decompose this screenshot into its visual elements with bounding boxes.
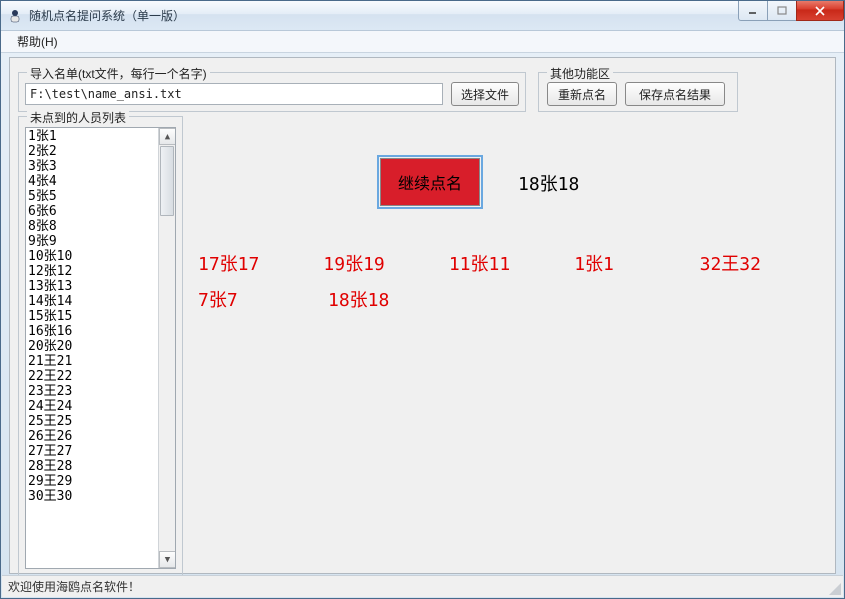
picked-name: 32王32 [700, 250, 825, 276]
list-item[interactable]: 24王24 [28, 399, 156, 414]
picked-name: 19张19 [323, 250, 448, 276]
list-item[interactable]: 21王21 [28, 354, 156, 369]
menu-help[interactable]: 帮助(H) [9, 31, 66, 52]
list-item[interactable]: 27王27 [28, 444, 156, 459]
other-groupbox: 其他功能区 重新点名 保存点名结果 [538, 72, 738, 112]
list-item[interactable]: 28王28 [28, 459, 156, 474]
import-group-legend: 导入名单(txt文件，每行一个名字) [27, 65, 210, 82]
list-group-legend: 未点到的人员列表 [27, 109, 129, 126]
menubar: 帮助(H) [1, 31, 844, 53]
list-item[interactable]: 2张2 [28, 144, 156, 159]
redo-button[interactable]: 重新点名 [547, 82, 617, 106]
scroll-down-button[interactable]: ▼ [159, 551, 176, 568]
scroll-thumb[interactable] [160, 146, 174, 216]
list-item[interactable]: 3张3 [28, 159, 156, 174]
list-item[interactable]: 26王26 [28, 429, 156, 444]
minimize-button[interactable] [738, 1, 768, 21]
scroll-up-button[interactable]: ▲ [159, 128, 176, 145]
maximize-button[interactable] [767, 1, 797, 21]
list-item[interactable]: 10张10 [28, 249, 156, 264]
other-group-legend: 其他功能区 [547, 65, 613, 82]
list-item[interactable]: 13张13 [28, 279, 156, 294]
list-item[interactable]: 9张9 [28, 234, 156, 249]
picked-row-2: 7张718张18 [198, 286, 825, 312]
list-groupbox: 未点到的人员列表 1张12张23张34张45张56张68张89张910张1012… [18, 116, 183, 576]
choose-file-button[interactable]: 选择文件 [451, 82, 519, 106]
close-button[interactable] [796, 1, 844, 21]
import-groupbox: 导入名单(txt文件，每行一个名字) 选择文件 [18, 72, 526, 112]
list-item[interactable]: 29王29 [28, 474, 156, 489]
statusbar-text: 欢迎使用海鸥点名软件！ [8, 578, 140, 595]
list-item[interactable]: 8张8 [28, 219, 156, 234]
picked-name: 11张11 [449, 250, 574, 276]
list-item[interactable]: 1张1 [28, 129, 156, 144]
import-path-input[interactable] [25, 83, 443, 105]
list-item[interactable]: 15张15 [28, 309, 156, 324]
list-item[interactable]: 4张4 [28, 174, 156, 189]
titlebar[interactable]: 随机点名提问系统（单一版） [1, 1, 844, 31]
save-result-button[interactable]: 保存点名结果 [625, 82, 725, 106]
unpicked-listbox[interactable]: 1张12张23张34张45张56张68张89张910张1012张1213张131… [25, 127, 176, 569]
list-item[interactable]: 6张6 [28, 204, 156, 219]
resize-grip-icon[interactable] [827, 581, 841, 595]
current-picked-name: 18张18 [518, 170, 579, 196]
picked-row-1: 17张1719张1911张111张132王32 [198, 250, 825, 276]
list-item[interactable]: 22王22 [28, 369, 156, 384]
list-item[interactable]: 5张5 [28, 189, 156, 204]
app-icon [7, 8, 23, 24]
picked-name: 7张7 [198, 286, 328, 312]
list-item[interactable]: 30王30 [28, 489, 156, 504]
client-area: 导入名单(txt文件，每行一个名字) 选择文件 其他功能区 重新点名 保存点名结… [9, 57, 836, 574]
app-window: 随机点名提问系统（单一版） 帮助(H) 导入名单(txt文件，每行一个名字) 选… [0, 0, 845, 599]
statusbar: 欢迎使用海鸥点名软件！ [2, 575, 843, 597]
window-title: 随机点名提问系统（单一版） [29, 7, 185, 24]
continue-pick-button[interactable]: 继续点名 [380, 158, 480, 206]
list-item[interactable]: 23王23 [28, 384, 156, 399]
list-item[interactable]: 20张20 [28, 339, 156, 354]
picked-name: 1张1 [574, 250, 699, 276]
picked-name: 18张18 [328, 286, 458, 312]
list-item[interactable]: 16张16 [28, 324, 156, 339]
list-item[interactable]: 25王25 [28, 414, 156, 429]
list-item[interactable]: 14张14 [28, 294, 156, 309]
window-controls [739, 1, 844, 23]
list-scrollbar[interactable]: ▲ ▼ [158, 128, 175, 568]
picked-name: 17张17 [198, 250, 323, 276]
list-item[interactable]: 12张12 [28, 264, 156, 279]
